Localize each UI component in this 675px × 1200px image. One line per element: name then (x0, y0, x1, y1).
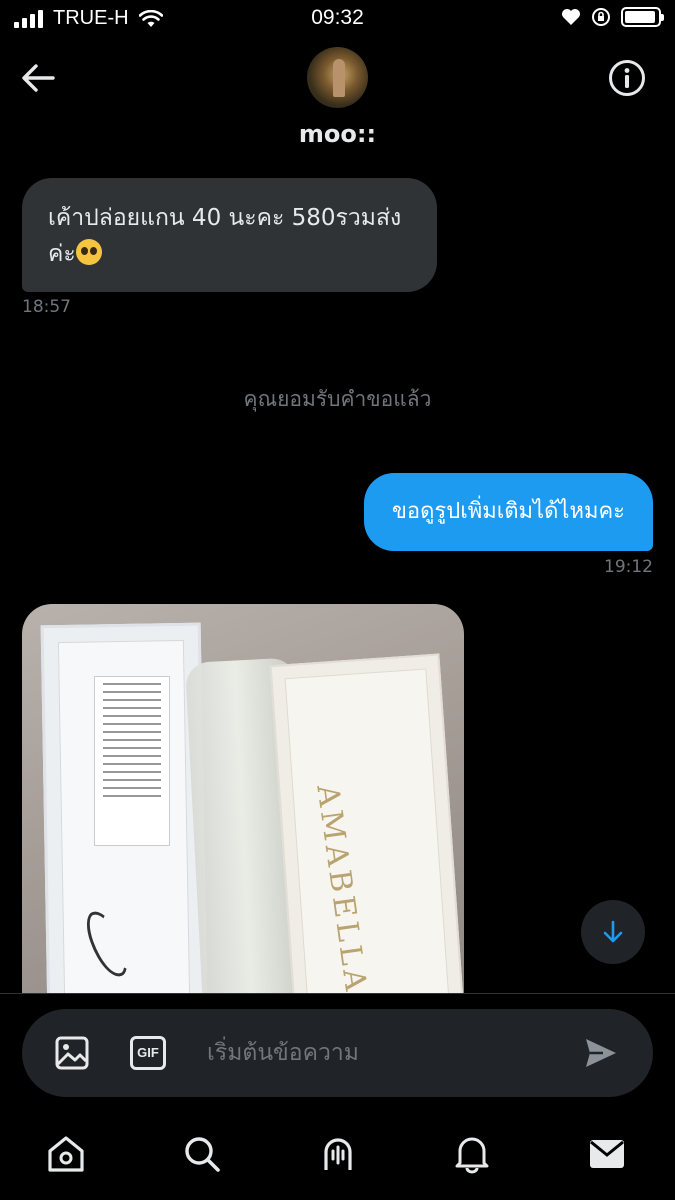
image-icon (55, 1036, 89, 1070)
outgoing-message[interactable]: ขอดูรูปเพิ่มเติมได้ไหมคะ (363, 473, 653, 551)
arrow-down-icon (603, 920, 623, 943)
back-button[interactable] (18, 58, 58, 98)
search-icon[interactable] (182, 1134, 222, 1174)
messages-icon[interactable] (587, 1134, 627, 1174)
info-icon (609, 60, 645, 96)
back-arrow-icon (22, 64, 55, 92)
heart-icon (562, 9, 580, 25)
conversation-header: moo:: (0, 40, 675, 165)
outgoing-message-text: ขอดูรูปเพิ่มเติมได้ไหมคะ (391, 499, 625, 524)
contact-name[interactable]: moo:: (0, 120, 675, 148)
message-input[interactable] (207, 1027, 567, 1079)
notifications-icon[interactable] (452, 1134, 492, 1174)
composer: GIF (22, 1009, 653, 1097)
incoming-timestamp: 18:57 (22, 297, 71, 317)
pleading-face-emoji (75, 239, 102, 265)
status-bar: TRUE-H 09:32 (0, 0, 675, 40)
media-button[interactable] (54, 1035, 90, 1071)
orientation-lock-icon (592, 8, 610, 26)
spaces-icon[interactable] (318, 1134, 358, 1174)
outgoing-timestamp: 19:12 (604, 557, 653, 577)
send-button[interactable] (583, 1035, 619, 1071)
system-message: คุณยอมรับคำขอแล้ว (243, 387, 432, 411)
scroll-to-bottom-button[interactable] (581, 900, 645, 964)
photo-message[interactable]: AMABELLA (22, 604, 464, 999)
home-icon[interactable] (46, 1134, 86, 1174)
status-right (561, 7, 664, 27)
info-button[interactable] (607, 58, 647, 98)
gif-button[interactable]: GIF (130, 1036, 166, 1070)
instruction-card (94, 676, 170, 846)
incoming-message[interactable]: เค้าปล่อยแกน 40 นะคะ 580รวมส่งค่ะ (22, 178, 437, 292)
send-icon (586, 1039, 616, 1067)
product-box-right: AMABELLA (269, 653, 464, 999)
bottom-navigation (0, 1118, 675, 1200)
battery-icon (621, 7, 664, 27)
incoming-message-text: เค้าปล่อยแกน 40 นะคะ 580รวมส่งค่ะ (48, 205, 402, 267)
avatar[interactable] (307, 47, 368, 108)
composer-area: GIF (0, 993, 675, 1118)
